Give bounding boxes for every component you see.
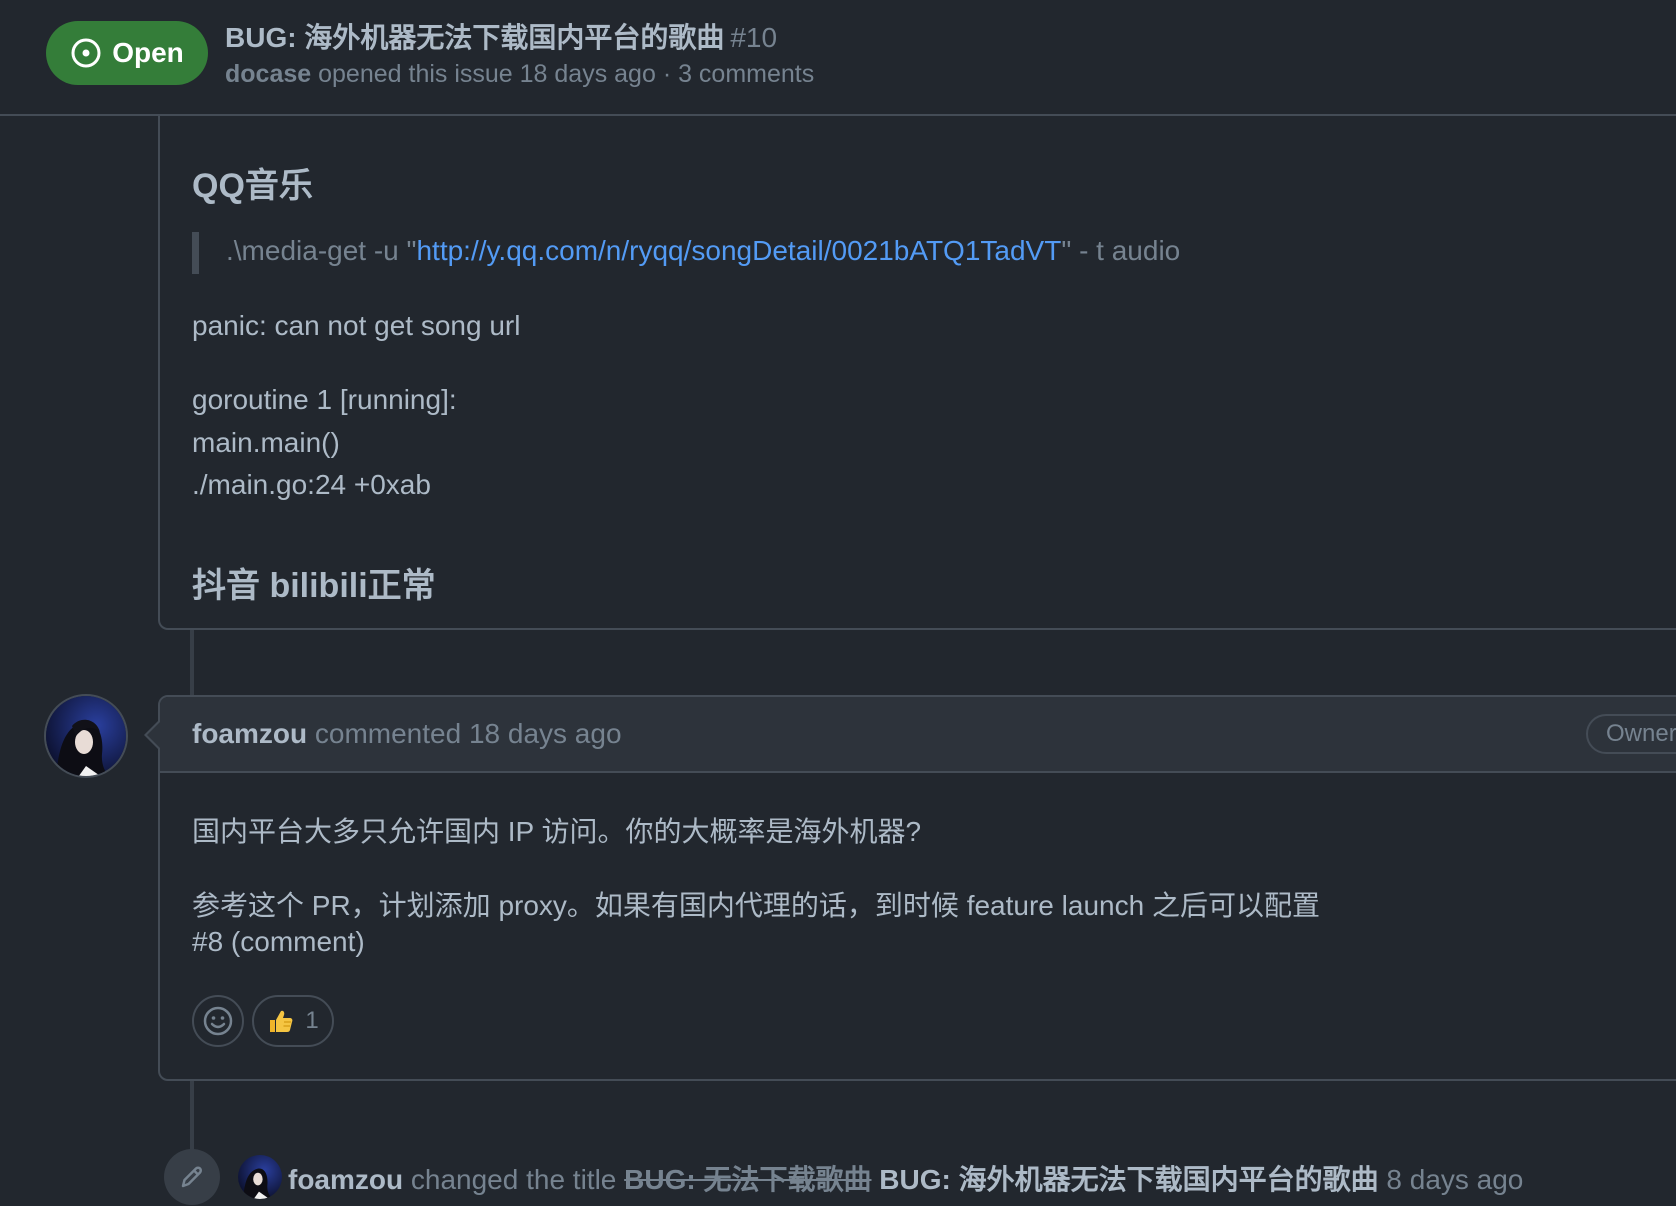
issue-number: #10 — [730, 22, 778, 53]
comment-header: foamzou commented 18 days ago Owner — [160, 697, 1676, 773]
event-action: changed the title — [410, 1164, 617, 1195]
blockquote-bar — [192, 232, 199, 274]
blockquote: .\media-get -u "http://y.qq.com/n/ryqq/s… — [226, 235, 1180, 267]
thumbs-up-icon — [270, 1010, 293, 1032]
timeline-line — [190, 630, 194, 695]
owner-badge: Owner — [1586, 714, 1676, 754]
avatar-image — [238, 1155, 282, 1199]
add-reaction-button[interactable] — [192, 995, 244, 1047]
qq-song-link[interactable]: http://y.qq.com/n/ryqq/songDetail/0021bA… — [416, 235, 1061, 266]
stack-line-1: goroutine 1 [running]: — [192, 384, 457, 415]
comment-action[interactable]: commented 18 days ago — [315, 718, 622, 749]
event-author-avatar[interactable] — [238, 1155, 282, 1199]
issue-open-icon — [71, 38, 101, 68]
issue-body-box — [158, 116, 1676, 630]
blockquote-prefix: .\media-get -u " — [226, 235, 417, 266]
issue-state-label: Open — [112, 37, 184, 68]
event-old-title: BUG: 无法下载歌曲 — [624, 1164, 872, 1195]
issue-header: Open BUG: 海外机器无法下载国内平台的歌曲 #10 docase open… — [0, 0, 1676, 116]
blockquote-suffix: " - t audio — [1061, 235, 1181, 266]
body-heading-qq-music: QQ音乐 — [192, 167, 313, 205]
issue-title: BUG: 海外机器无法下载国内平台的歌曲 #10 — [225, 16, 777, 56]
comment-author-avatar[interactable] — [44, 694, 128, 778]
avatar-image — [46, 696, 126, 776]
thumbs-up-reaction-button[interactable]: 1 — [252, 995, 334, 1047]
issue-state-badge: Open — [46, 21, 208, 85]
comment-author-link[interactable]: foamzou — [192, 718, 307, 749]
stack-line-2: main.main() — [192, 427, 340, 458]
event-new-title: BUG: 海外机器无法下载国内平台的歌曲 — [879, 1164, 1379, 1195]
issue-title-text: BUG: 海外机器无法下载国内平台的歌曲 — [225, 22, 725, 53]
comment-line-1: 国内平台大多只允许国内 IP 访问。你的大概率是海外机器? — [192, 816, 922, 847]
issue-author-link[interactable]: docase — [225, 60, 311, 88]
comment-line-2: 参考这个 PR，计划添加 proxy。如果有国内代理的话，到时候 feature… — [192, 890, 1320, 921]
pencil-icon — [181, 1166, 202, 1188]
smiley-icon — [203, 1006, 233, 1036]
comment-pointer-fill — [147, 722, 160, 748]
pr-comment-link[interactable]: #8 (comment) — [192, 926, 365, 958]
comment-header-text: foamzou commented 18 days ago — [192, 718, 622, 750]
issue-meta: docase opened this issue 18 days ago · 3… — [225, 60, 814, 89]
timeline-line — [190, 1081, 194, 1151]
body-heading-douyin-bilibili: 抖音 bilibili正常 — [192, 567, 436, 605]
event-badge — [164, 1149, 220, 1205]
reaction-count: 1 — [305, 1007, 319, 1034]
stack-line-3: ./main.go:24 +0xab — [192, 469, 431, 500]
issue-meta-text: opened this issue 18 days ago · 3 commen… — [318, 60, 815, 88]
event-author-link[interactable]: foamzou — [288, 1164, 403, 1195]
title-change-event: foamzou changed the title BUG: 无法下载歌曲 BU… — [288, 1158, 1523, 1198]
event-time[interactable]: 8 days ago — [1386, 1164, 1523, 1195]
panic-line: panic: can not get song url — [192, 310, 521, 341]
